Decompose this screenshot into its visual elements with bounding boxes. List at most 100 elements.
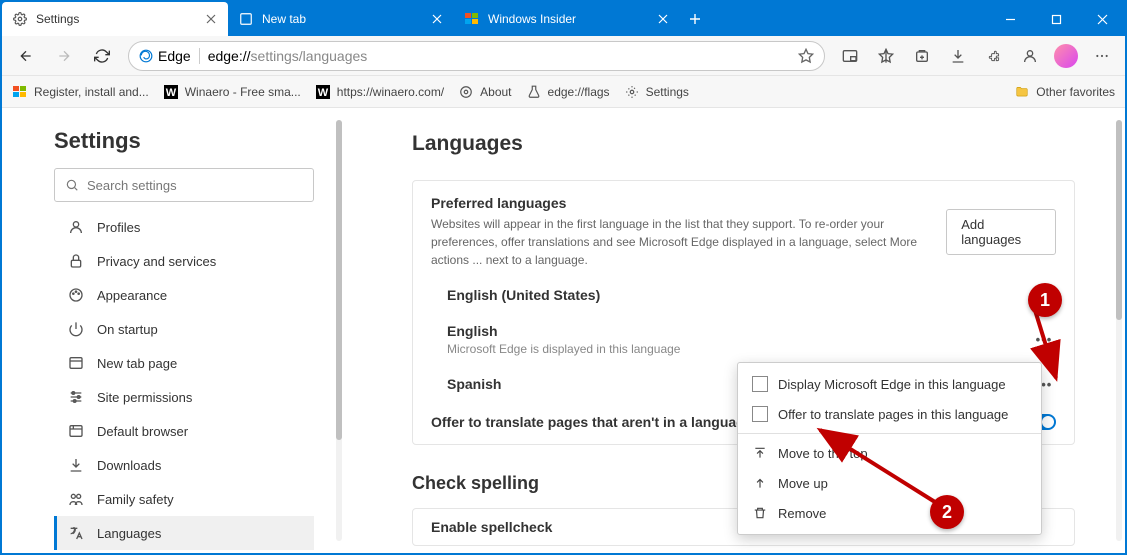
sidebar-item-defaultbrowser[interactable]: Default browser: [54, 414, 314, 448]
annotation-badge-2: 2: [930, 495, 964, 529]
ctx-move-up[interactable]: Move up: [738, 468, 1041, 498]
close-icon[interactable]: [204, 12, 218, 26]
tab-settings[interactable]: Settings: [2, 2, 228, 36]
ctx-offer-translate[interactable]: Offer to translate pages in this languag…: [738, 399, 1041, 429]
tab-newtab[interactable]: New tab: [228, 2, 454, 36]
picture-in-picture-button[interactable]: [833, 41, 867, 71]
windows-icon: [464, 11, 480, 27]
bookmark-item[interactable]: WWinaero - Free sma...: [163, 84, 301, 100]
browser-icon: [67, 422, 85, 440]
offer-translate-label: Offer to translate pages that aren't in …: [431, 414, 785, 430]
power-icon: [67, 320, 85, 338]
bookmark-item[interactable]: About: [458, 84, 511, 100]
collections-button[interactable]: [905, 41, 939, 71]
downloads-button[interactable]: [941, 41, 975, 71]
other-favorites-button[interactable]: Other favorites: [1014, 84, 1115, 100]
close-icon[interactable]: [430, 12, 444, 26]
sidebar-heading: Settings: [54, 128, 322, 154]
lock-icon: [67, 252, 85, 270]
language-icon: [67, 524, 85, 542]
new-tab-button[interactable]: [680, 2, 710, 36]
gear-icon: [624, 84, 640, 100]
sidebar-item-languages[interactable]: Languages: [54, 516, 314, 550]
sliders-icon: [67, 388, 85, 406]
page-title: Languages: [412, 132, 1075, 156]
card-title: Preferred languages: [431, 195, 946, 211]
site-icon: W: [315, 84, 331, 100]
site-icon: W: [163, 84, 179, 100]
gear-icon: [12, 11, 28, 27]
svg-text:W: W: [166, 87, 177, 99]
edge-icon: [238, 11, 254, 27]
refresh-button[interactable]: [84, 41, 120, 71]
profile-button[interactable]: [1013, 41, 1047, 71]
favorite-star-button[interactable]: [798, 48, 814, 64]
download-icon: [67, 456, 85, 474]
forward-button[interactable]: [46, 41, 82, 71]
language-row: English Microsoft Edge is displayed in t…: [431, 313, 1056, 356]
svg-text:W: W: [318, 87, 329, 99]
settings-sidebar: Settings Search settings Profiles Privac…: [2, 108, 322, 553]
language-name: English: [447, 323, 680, 339]
profile-avatar[interactable]: [1049, 41, 1083, 71]
tab-label: Settings: [36, 12, 79, 26]
gear-icon: [458, 84, 474, 100]
ctx-display-in-language[interactable]: Display Microsoft Edge in this language: [738, 369, 1041, 399]
bookmark-item[interactable]: Settings: [624, 84, 689, 100]
more-menu-button[interactable]: [1085, 41, 1119, 71]
language-more-button[interactable]: •••: [1032, 332, 1056, 347]
language-row: English (United States) •••: [431, 277, 1056, 303]
bookmark-item[interactable]: Register, install and...: [12, 84, 149, 100]
page-icon: [67, 354, 85, 372]
tab-label: New tab: [262, 12, 306, 26]
annotation-badge-1: 1: [1028, 283, 1062, 317]
sidebar-item-profiles[interactable]: Profiles: [54, 210, 314, 244]
tab-insider[interactable]: Windows Insider: [454, 2, 680, 36]
window-minimize-button[interactable]: [987, 2, 1033, 36]
window-maximize-button[interactable]: [1033, 2, 1079, 36]
folder-icon: [1014, 84, 1030, 100]
extensions-button[interactable]: [977, 41, 1011, 71]
avatar-icon: [1054, 44, 1078, 68]
sidebar-item-permissions[interactable]: Site permissions: [54, 380, 314, 414]
language-subtext: Microsoft Edge is displayed in this lang…: [447, 342, 680, 356]
search-settings-input[interactable]: Search settings: [54, 168, 314, 202]
window-close-button[interactable]: [1079, 2, 1125, 36]
language-context-menu: Display Microsoft Edge in this language …: [737, 362, 1042, 535]
palette-icon: [67, 286, 85, 304]
bookmark-item[interactable]: Whttps://winaero.com/: [315, 84, 444, 100]
profile-icon: [67, 218, 85, 236]
tab-label: Windows Insider: [488, 12, 576, 26]
address-bar[interactable]: Edge edge://settings/languages: [128, 41, 825, 71]
main-scrollbar[interactable]: [1116, 120, 1122, 541]
language-name: English (United States): [447, 287, 600, 303]
checkbox-icon: [752, 376, 768, 392]
address-prefix: Edge: [158, 48, 191, 64]
windows-icon: [12, 84, 28, 100]
sidebar-item-downloads[interactable]: Downloads: [54, 448, 314, 482]
checkbox-icon: [752, 406, 768, 422]
sidebar-item-privacy[interactable]: Privacy and services: [54, 244, 314, 278]
card-description: Websites will appear in the first langua…: [431, 215, 946, 269]
titlebar: Settings New tab Windows Insider: [2, 2, 1125, 36]
language-name: Spanish: [447, 376, 501, 392]
sidebar-item-appearance[interactable]: Appearance: [54, 278, 314, 312]
bookmarks-bar: Register, install and... WWinaero - Free…: [2, 76, 1125, 108]
move-up-icon: [752, 475, 768, 491]
back-button[interactable]: [8, 41, 44, 71]
address-url: edge://settings/languages: [208, 48, 368, 64]
sidebar-item-startup[interactable]: On startup: [54, 312, 314, 346]
flask-icon: [526, 84, 542, 100]
ctx-remove[interactable]: Remove: [738, 498, 1041, 528]
sidebar-item-newtab[interactable]: New tab page: [54, 346, 314, 380]
move-top-icon: [752, 445, 768, 461]
family-icon: [67, 490, 85, 508]
favorites-button[interactable]: [869, 41, 903, 71]
add-languages-button[interactable]: Add languages: [946, 209, 1056, 255]
search-icon: [65, 178, 79, 192]
ctx-move-to-top[interactable]: Move to the top: [738, 438, 1041, 468]
bookmark-item[interactable]: edge://flags: [526, 84, 610, 100]
sidebar-item-family[interactable]: Family safety: [54, 482, 314, 516]
close-icon[interactable]: [656, 12, 670, 26]
trash-icon: [752, 505, 768, 521]
